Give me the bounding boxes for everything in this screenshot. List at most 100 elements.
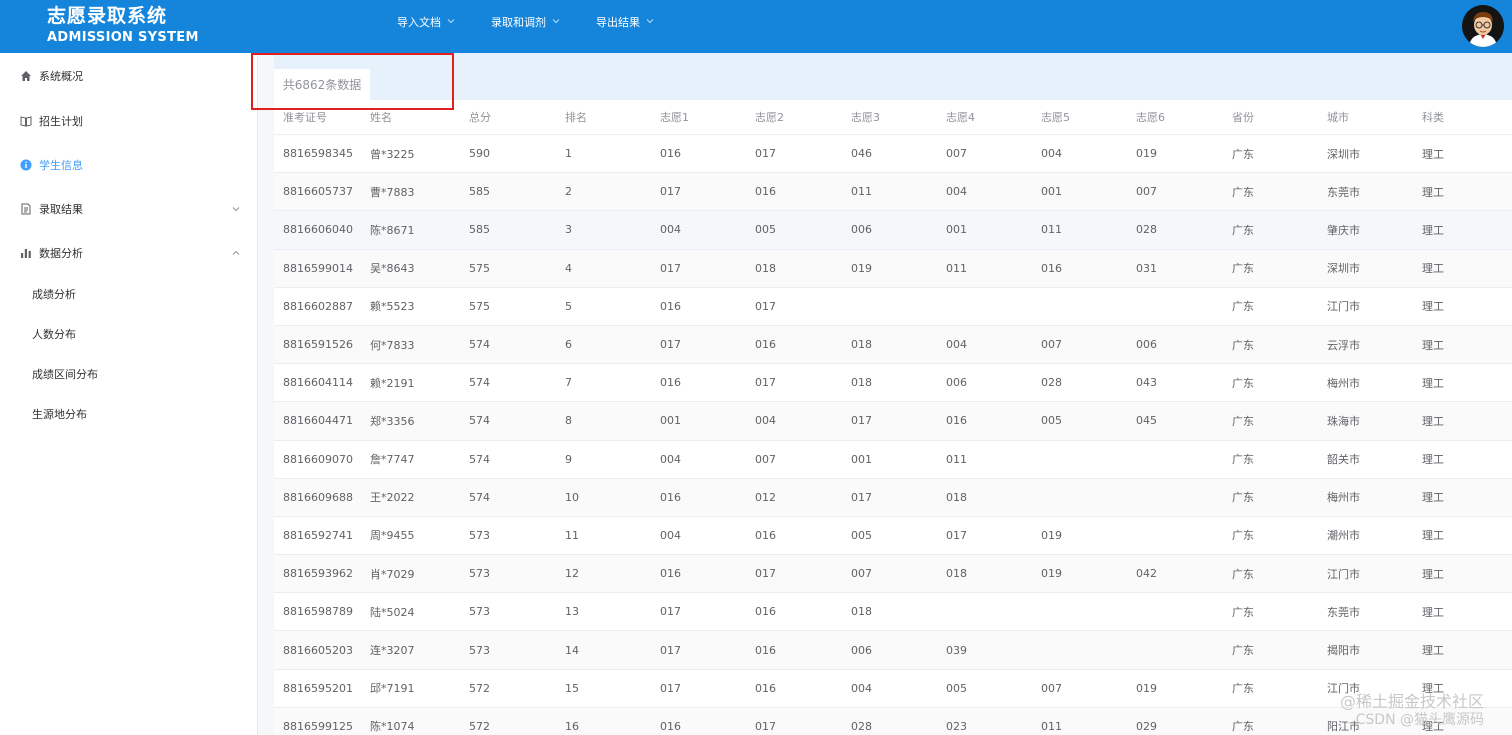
table-row[interactable]: 8816602887 赖*5523 575 5 016 017 广东 江门市 理工	[274, 288, 1512, 326]
column-header[interactable]: 省份	[1223, 109, 1318, 125]
sidebar-item-label: 招生计划	[39, 115, 83, 128]
column-header[interactable]: 准考证号	[274, 109, 361, 125]
sidebar-item-overview[interactable]: 系统概况	[0, 54, 258, 98]
column-header[interactable]: 总分	[460, 109, 556, 125]
tab-data-count[interactable]: 共6862条数据	[274, 69, 370, 100]
table-cell: 029	[1136, 719, 1157, 733]
column-header[interactable]: 志愿5	[1032, 109, 1127, 125]
table-cell: 广东	[1232, 605, 1254, 619]
table-row[interactable]: 8816599125 陈*1074 572 16 016 017 028 023 011 029 广…	[274, 707, 1512, 735]
table-cell: 广东	[1232, 567, 1254, 581]
table-cell: 016	[755, 605, 776, 619]
sidebar-item-data-analysis[interactable]: 数据分析	[0, 231, 258, 275]
table-cell: 广东	[1232, 262, 1254, 276]
table-cell: 陆*5024	[370, 605, 415, 619]
nav-import-docs[interactable]: 导入文档	[397, 14, 455, 30]
table-row[interactable]: 8816606040 陈*8671 585 3 004 005 006 001 011 028 广东…	[274, 211, 1512, 250]
nav-export-results[interactable]: 导出结果	[596, 14, 654, 30]
column-header[interactable]: 姓名	[361, 109, 460, 125]
sidebar-subitem-origin-distribution[interactable]: 生源地分布	[32, 405, 87, 425]
table-cell: 曹*7883	[370, 185, 415, 199]
table-cell: 韶关市	[1327, 453, 1360, 467]
table-row[interactable]: 8816604471 郑*3356 574 8 001 004 017 016 005 045 广东…	[274, 402, 1512, 441]
nav-admission-adjust[interactable]: 录取和调剂	[491, 14, 560, 30]
sidebar-item-student-info[interactable]: 学生信息	[0, 143, 258, 187]
table-cell: 004	[660, 528, 681, 542]
table-row[interactable]: 8816592741 周*9455 573 11 004 016 005 017 019 广东 潮州…	[274, 517, 1512, 556]
table-row[interactable]: 8816598789 陆*5024 573 13 017 016 018 广东 东莞市 理工	[274, 593, 1512, 632]
table-cell: 017	[755, 376, 776, 390]
table-cell: 017	[660, 261, 681, 275]
avatar[interactable]	[1462, 5, 1504, 47]
table-cell: 揭阳市	[1327, 644, 1360, 658]
table-cell: 011	[946, 261, 967, 275]
table-cell: 031	[1136, 261, 1157, 275]
table-cell: 573	[469, 528, 490, 542]
table-cell: 016	[1041, 261, 1062, 275]
top-header: 志愿录取系统 ADMISSION SYSTEM 导入文档 录取和调剂 导出结果	[0, 0, 1512, 53]
table-cell: 028	[851, 719, 872, 733]
table-cell: 广东	[1232, 147, 1254, 161]
table-row[interactable]: 8816604114 赖*2191 574 7 016 017 018 006 028 043 广东…	[274, 364, 1512, 403]
sidebar-subitem-score-range-distribution[interactable]: 成绩区间分布	[32, 365, 98, 385]
table-cell: 043	[1136, 376, 1157, 390]
table-cell: 005	[1041, 414, 1062, 428]
column-header[interactable]: 志愿6	[1127, 109, 1223, 125]
table-cell: 017	[660, 643, 681, 657]
bar-chart-icon	[19, 246, 33, 260]
table-cell: 东莞市	[1327, 185, 1360, 199]
table-row[interactable]: 8816605203 连*3207 573 14 017 016 006 039 广东 揭阳市 理工	[274, 631, 1512, 670]
table-row[interactable]: 8816605737 曹*7883 585 2 017 016 011 004 001 007 广东…	[274, 173, 1512, 212]
table-cell: 15	[565, 681, 579, 695]
sidebar-item-admission-results[interactable]: 录取结果	[0, 187, 258, 231]
home-icon	[19, 69, 33, 83]
column-header[interactable]: 排名	[556, 109, 651, 125]
table-cell: 东莞市	[1327, 605, 1360, 619]
table-cell: 连*3207	[370, 644, 415, 658]
table-cell: 深圳市	[1327, 147, 1360, 161]
table-cell: 江门市	[1327, 567, 1360, 581]
table-cell: 理工	[1422, 529, 1444, 543]
brand[interactable]: 志愿录取系统 ADMISSION SYSTEM	[47, 4, 199, 47]
table-cell: 理工	[1422, 223, 1444, 237]
table-cell: 017	[755, 719, 776, 733]
table-cell: 004	[755, 414, 776, 428]
table-row[interactable]: 8816598345 曾*3225 590 1 016 017 046 007 004 019 广东…	[274, 135, 1512, 174]
column-header[interactable]: 志愿4	[937, 109, 1032, 125]
table-cell: 006	[946, 376, 967, 390]
table-cell: 广东	[1232, 529, 1254, 543]
table-row[interactable]: 8816599014 吴*8643 575 4 017 018 019 011 016 031 广东…	[274, 249, 1512, 288]
table-cell: 019	[1041, 528, 1062, 542]
sidebar-subitem-headcount-distribution[interactable]: 人数分布	[32, 325, 76, 345]
table-cell: 017	[660, 681, 681, 695]
table-cell: 011	[946, 452, 967, 466]
chevron-up-icon	[231, 248, 241, 258]
column-header[interactable]: 志愿3	[842, 109, 937, 125]
table-cell: 001	[946, 223, 967, 237]
table-cell: 潮州市	[1327, 529, 1360, 543]
table-cell: 8816591526	[283, 338, 353, 352]
table-row[interactable]: 8816609688 王*2022 574 10 016 012 017 018 广东 梅州市 理工	[274, 478, 1512, 517]
column-header[interactable]: 科类	[1413, 109, 1508, 125]
column-header[interactable]: 城市	[1318, 109, 1413, 125]
table-cell: 广东	[1232, 453, 1254, 467]
table-cell: 王*2022	[370, 491, 415, 505]
table-cell: 016	[660, 567, 681, 581]
table-row[interactable]: 8816595201 邱*7191 572 15 017 016 004 005 007 019 广…	[274, 670, 1512, 708]
sidebar-item-enrollment-plan[interactable]: 招生计划	[0, 99, 258, 143]
table-cell: 10	[565, 490, 579, 504]
table-row[interactable]: 8816591526 何*7833 574 6 017 016 018 004 007 006 广东…	[274, 325, 1512, 365]
column-header[interactable]: 志愿1	[651, 109, 746, 125]
table-cell: 016	[946, 414, 967, 428]
table-cell: 8816606040	[283, 223, 353, 237]
chevron-down-icon	[447, 17, 455, 25]
table-cell: 詹*7747	[370, 453, 415, 467]
table-cell: 广东	[1232, 682, 1254, 696]
table-row[interactable]: 8816593962 肖*7029 573 12 016 017 007 018 019 042 广…	[274, 555, 1512, 594]
table-cell: 017	[660, 338, 681, 352]
column-header[interactable]: 志愿2	[746, 109, 842, 125]
table-cell: 梅州市	[1327, 376, 1360, 390]
table-row[interactable]: 8816609070 詹*7747 574 9 004 007 001 011 广东 韶关市 理工	[274, 441, 1512, 479]
sidebar-subitem-score-analysis[interactable]: 成绩分析	[32, 285, 76, 305]
table-cell: 012	[755, 490, 776, 504]
